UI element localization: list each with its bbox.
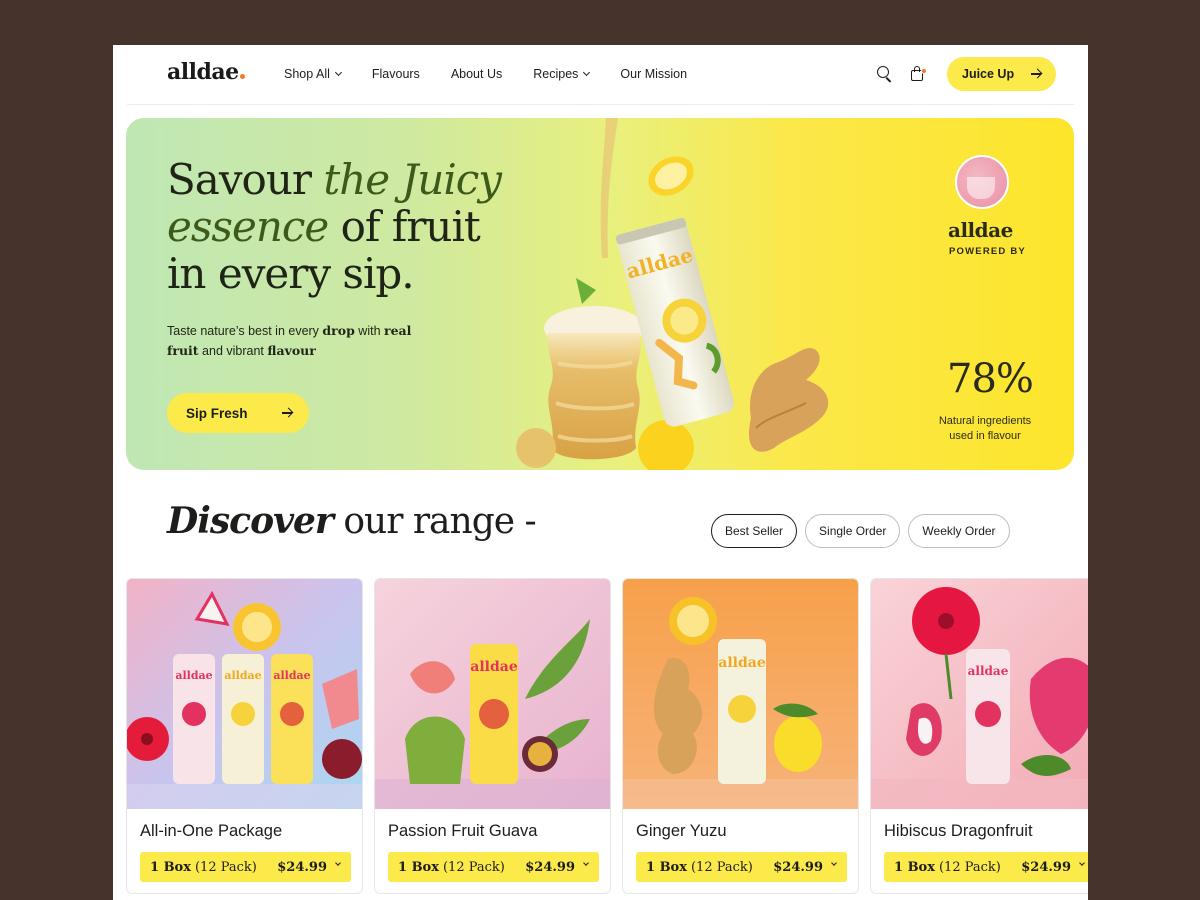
product-card[interactable]: alldae Hibiscus Dragonfruit 1 Box (12 Pac… <box>870 578 1088 894</box>
brand-badge-image <box>955 155 1009 209</box>
cart-badge <box>921 68 927 74</box>
nav-links: Shop All Flavours About Us Recipes Our M… <box>284 67 718 81</box>
arrow-right-icon <box>282 412 292 414</box>
filter-best-seller[interactable]: Best Seller <box>711 514 798 548</box>
nav-flavours[interactable]: Flavours <box>372 67 420 81</box>
search-icon[interactable] <box>876 65 894 83</box>
page: alldae Shop All Flavours About Us Recipe… <box>113 45 1088 900</box>
product-name: Ginger Yuzu <box>636 822 727 840</box>
product-name: Passion Fruit Guava <box>388 822 538 840</box>
stat-value: 78% <box>947 356 1034 402</box>
product-card[interactable]: alldae alldae alldae All-in-One Package … <box>126 578 363 894</box>
product-image: alldae <box>871 579 1088 809</box>
hero-banner: Savour the Juicy essence of fruit in eve… <box>126 118 1074 470</box>
pack-select[interactable]: 1 Box (12 Pack) $24.99 <box>884 852 1088 882</box>
svg-text:alldae: alldae <box>273 669 310 682</box>
svg-text:alldae: alldae <box>175 669 212 682</box>
chevron-down-icon <box>831 860 837 866</box>
logo[interactable]: alldae <box>167 59 245 85</box>
product-name: Hibiscus Dragonfruit <box>884 822 1033 840</box>
hero-title: Savour the Juicy essence of fruit in eve… <box>167 155 502 298</box>
chevron-down-icon <box>583 860 589 866</box>
filter-tabs: Best Seller Single Order Weekly Order <box>711 514 1010 548</box>
hero-product-image: alldae <box>516 118 829 470</box>
discover-title: Discover our range - <box>167 500 537 542</box>
product-price: $24.99 <box>277 859 327 875</box>
chevron-down-icon <box>583 68 591 77</box>
chevron-down-icon <box>334 68 342 77</box>
top-nav: alldae Shop All Flavours About Us Recipe… <box>113 45 1088 105</box>
svg-text:alldae: alldae <box>470 659 518 675</box>
pack-select[interactable]: 1 Box (12 Pack) $24.99 <box>388 852 599 882</box>
pack-select[interactable]: 1 Box (12 Pack) $24.99 <box>636 852 847 882</box>
filter-weekly-order[interactable]: Weekly Order <box>908 514 1010 548</box>
product-price: $24.99 <box>773 859 823 875</box>
svg-text:alldae: alldae <box>224 669 261 682</box>
nav-about-us[interactable]: About Us <box>451 67 502 81</box>
logo-dot <box>239 74 245 79</box>
product-image: alldae <box>623 579 858 809</box>
product-price: $24.99 <box>525 859 575 875</box>
arrow-right-icon <box>1031 73 1041 75</box>
product-name: All-in-One Package <box>140 822 283 840</box>
cart-icon[interactable] <box>909 65 927 83</box>
hero-subtitle: Taste nature’s best in every drop with r… <box>167 323 412 358</box>
chevron-down-icon <box>335 860 341 866</box>
svg-text:alldae: alldae <box>718 655 766 671</box>
product-card[interactable]: alldae Passion Fruit Guava 1 Box (12 Pack… <box>374 578 611 894</box>
nav-shop-all[interactable]: Shop All <box>284 67 342 81</box>
product-image: alldae <box>375 579 610 809</box>
nav-divider <box>127 104 1074 105</box>
product-grid: alldae alldae alldae All-in-One Package … <box>126 578 1088 900</box>
product-price: $24.99 <box>1021 859 1071 875</box>
product-card[interactable]: alldae Ginger Yuzu 1 Box (12 Pack) $24.99 <box>622 578 859 894</box>
sip-fresh-button[interactable]: Sip Fresh <box>167 393 309 433</box>
product-image: alldae alldae alldae <box>127 579 362 809</box>
stat-label: Natural ingredients used in flavour <box>938 415 1032 442</box>
brand-powered-by: POWERED BY <box>949 246 1026 257</box>
svg-text:alldae: alldae <box>968 664 1009 678</box>
nav-recipes[interactable]: Recipes <box>533 67 591 81</box>
nav-our-mission[interactable]: Our Mission <box>620 67 687 81</box>
brand-name: alldae <box>948 218 1013 242</box>
chevron-down-icon <box>1079 860 1085 866</box>
juice-up-button[interactable]: Juice Up <box>947 57 1056 91</box>
filter-single-order[interactable]: Single Order <box>805 514 901 548</box>
pack-select[interactable]: 1 Box (12 Pack) $24.99 <box>140 852 351 882</box>
